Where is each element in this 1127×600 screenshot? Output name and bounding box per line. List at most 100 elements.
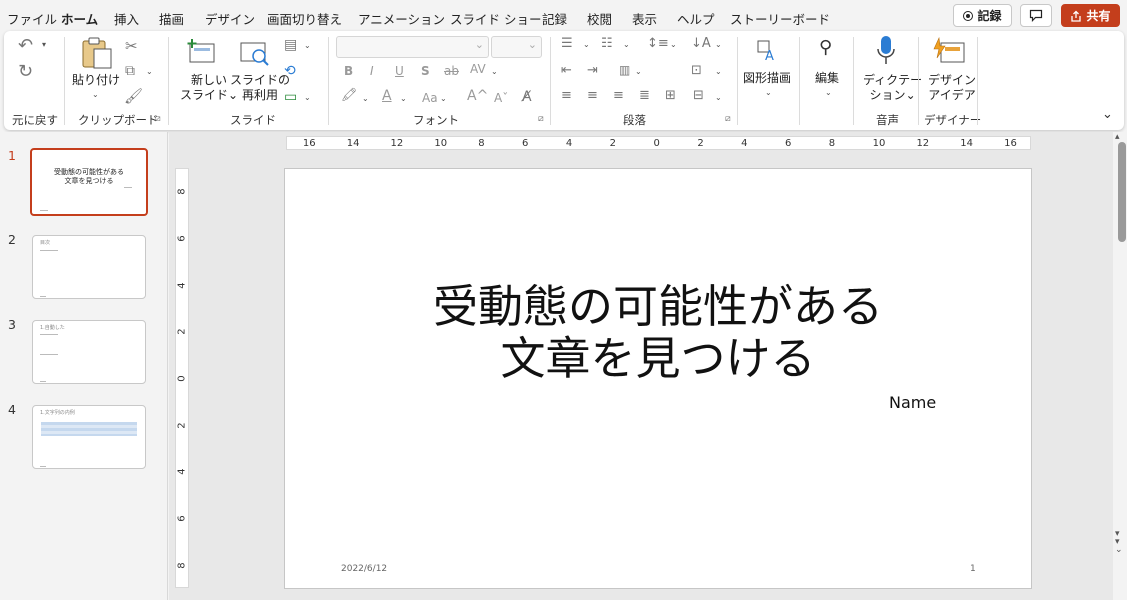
slide-thumbnail-1[interactable]: 受動態の可能性がある 文章を見つける — [30, 148, 148, 216]
menu-transitions[interactable]: 画面切り替え — [267, 9, 342, 28]
columns-dropdown-icon[interactable]: ⌄ — [635, 67, 642, 76]
clear-format-icon[interactable]: A̸ — [522, 89, 532, 105]
text-direction-icon[interactable]: ↓A — [691, 36, 711, 51]
paste-dropdown-icon[interactable]: ⌄ — [92, 90, 99, 99]
menu-record[interactable]: 記録 — [542, 9, 567, 28]
align-text-dropdown-icon[interactable]: ⌄ — [715, 67, 722, 76]
cut-icon[interactable]: ✂ — [125, 37, 138, 55]
menu-design[interactable]: デザイン — [205, 9, 255, 28]
new-slide-icon[interactable] — [186, 39, 216, 65]
ruler-tick-label: 12 — [916, 138, 930, 149]
copy-dropdown-icon[interactable]: ⌄ — [146, 67, 153, 76]
reuse-slides-icon[interactable] — [239, 39, 271, 67]
scrollbar-thumb[interactable] — [1118, 142, 1126, 242]
menu-file[interactable]: ファイル — [7, 9, 57, 28]
smartart-dropdown-icon[interactable]: ⌄ — [715, 93, 722, 102]
slide-title[interactable]: 受動態の可能性がある 文章を見つける — [285, 281, 1031, 385]
format-painter-icon[interactable]: 🖌 — [124, 87, 143, 105]
shrink-font-button[interactable]: Aˇ — [494, 91, 508, 106]
layout-dropdown-icon[interactable]: ⌄ — [304, 41, 311, 50]
shapes-icon[interactable]: A — [756, 39, 780, 63]
comments-button[interactable] — [1020, 4, 1052, 27]
clipboard-launcher-icon[interactable]: ⧄ — [155, 114, 161, 124]
bullets-icon[interactable]: ☰ — [561, 36, 573, 51]
italic-button[interactable]: I — [370, 64, 374, 79]
underline-button[interactable]: U — [395, 64, 404, 79]
layout-icon[interactable]: ▤ — [284, 37, 297, 53]
align-text-icon[interactable]: ⊡ — [691, 63, 702, 78]
slide-subtitle[interactable]: Name — [889, 393, 936, 412]
scroll-up-icon[interactable]: ▴ — [1115, 132, 1120, 142]
editing-label[interactable]: 編集 — [815, 71, 839, 86]
highlight-icon[interactable]: 🖍 — [341, 88, 358, 103]
ruler-tick-label: 8 — [176, 561, 188, 569]
font-color-dropdown-icon[interactable]: ⌄ — [400, 94, 407, 103]
char-spacing-button[interactable]: AV — [470, 62, 486, 77]
font-launcher-icon[interactable]: ⧄ — [538, 114, 544, 124]
section-icon[interactable]: ▭ — [284, 89, 297, 105]
line-spacing-dropdown-icon[interactable]: ⌄ — [670, 40, 677, 49]
reset-icon[interactable]: ⟲ — [284, 63, 296, 79]
drawing-label[interactable]: 図形描画 — [743, 71, 791, 86]
align-right-icon[interactable]: ≡ — [613, 88, 624, 103]
share-button[interactable]: 共有 — [1061, 4, 1120, 27]
slide-canvas[interactable]: 受動態の可能性がある 文章を見つける Name 2022/6/12 1 — [284, 168, 1032, 589]
menu-insert[interactable]: 挿入 — [114, 9, 139, 28]
copy-icon[interactable]: ⧉ — [125, 63, 135, 79]
menu-help[interactable]: ヘルプ — [677, 9, 715, 28]
redo-icon[interactable]: ↻ — [18, 61, 33, 82]
menu-home[interactable]: ホーム — [61, 9, 99, 34]
bold-button[interactable]: B — [344, 64, 353, 79]
paragraph-launcher-icon[interactable]: ⧄ — [725, 114, 731, 124]
align-left-icon[interactable]: ≡ — [561, 88, 572, 103]
undo-dropdown-icon[interactable]: ▾ — [42, 40, 46, 49]
microphone-icon[interactable] — [876, 35, 896, 67]
text-direction-dropdown-icon[interactable]: ⌄ — [715, 40, 722, 49]
slide-thumbnail-2[interactable]: 目次 — [32, 235, 146, 299]
search-icon[interactable]: ⚲ — [819, 37, 832, 58]
menu-view[interactable]: 表示 — [632, 9, 657, 28]
distributed-icon[interactable]: ⊞ — [665, 88, 676, 103]
bullets-dropdown-icon[interactable]: ⌄ — [583, 40, 590, 49]
justify-icon[interactable]: ≣ — [639, 88, 650, 103]
columns-icon[interactable]: ▥ — [619, 63, 630, 77]
menu-animations[interactable]: アニメーション — [358, 9, 445, 28]
line-spacing-icon[interactable]: ↕≡ — [647, 36, 669, 51]
drawing-dropdown-icon[interactable]: ⌄ — [765, 88, 772, 97]
align-center-icon[interactable]: ≡ — [587, 88, 598, 103]
collapse-ribbon-icon[interactable]: ⌄ — [1102, 107, 1113, 122]
font-name-combo[interactable] — [336, 36, 489, 58]
slide-number-1: 1 — [8, 148, 16, 163]
scroll-down-icon[interactable]: ▾ ▾ ⌄ — [1115, 530, 1123, 555]
editing-dropdown-icon[interactable]: ⌄ — [825, 88, 832, 97]
font-color-button[interactable]: A — [382, 89, 392, 104]
section-dropdown-icon[interactable]: ⌄ — [304, 93, 311, 102]
menu-review[interactable]: 校閲 — [587, 9, 612, 28]
menu-storyboard[interactable]: ストーリーボード — [730, 9, 830, 28]
char-spacing-dropdown-icon[interactable]: ⌄ — [491, 67, 498, 76]
dictate-label[interactable]: ディクテー ション⌄ — [863, 73, 922, 103]
undo-icon[interactable]: ↶ — [18, 35, 33, 56]
change-case-button[interactable]: Aa — [422, 91, 438, 106]
strikethrough-button[interactable]: ab — [444, 64, 459, 79]
text-shadow-button[interactable]: S — [421, 64, 430, 79]
record-button[interactable]: 記録 — [953, 4, 1012, 27]
menu-draw[interactable]: 描画 — [159, 9, 184, 28]
design-ideas-label[interactable]: デザイン アイデア — [928, 73, 976, 103]
menu-slideshow[interactable]: スライド ショー — [450, 9, 541, 28]
paste-icon[interactable] — [80, 37, 114, 69]
numbering-icon[interactable]: ☷ — [601, 36, 613, 51]
design-ideas-icon[interactable] — [932, 37, 966, 65]
numbering-dropdown-icon[interactable]: ⌄ — [623, 40, 630, 49]
reuse-slides-label[interactable]: スライドの 再利用 — [230, 73, 290, 103]
grow-font-button[interactable]: A^ — [467, 89, 488, 104]
highlight-dropdown-icon[interactable]: ⌄ — [362, 94, 369, 103]
change-case-dropdown-icon[interactable]: ⌄ — [440, 94, 447, 103]
increase-indent-icon[interactable]: ⇥ — [587, 63, 598, 78]
slide-thumbnail-3[interactable]: 1.自動した — [32, 320, 146, 384]
paste-label[interactable]: 貼り付け — [72, 73, 120, 88]
smartart-icon[interactable]: ⊟ — [693, 88, 704, 103]
slide-thumbnail-4[interactable]: 1.文字列の内例 — [32, 405, 146, 469]
decrease-indent-icon[interactable]: ⇤ — [561, 63, 572, 78]
font-size-combo[interactable] — [491, 36, 542, 58]
